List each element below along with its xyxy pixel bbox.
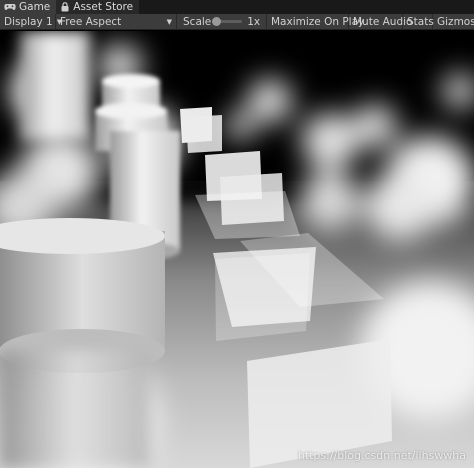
stats-label: Stats: [407, 15, 434, 28]
aspect-dropdown-label: Free Aspect: [60, 15, 122, 28]
tab-game-label: Game: [19, 1, 51, 13]
rendered-scene: [0, 31, 474, 468]
scale-slider[interactable]: [212, 17, 243, 26]
scale-value: 1x: [247, 15, 261, 28]
gizmos-label: Gizmos: [437, 15, 474, 28]
window-tab-bar: Game Asset Store: [0, 0, 474, 14]
display-dropdown-label: Display 1: [4, 15, 53, 28]
foreground-cylinder: [0, 218, 165, 468]
aspect-dropdown[interactable]: Free Aspect ▼: [56, 13, 177, 30]
scale-slider-group: Scale 1x: [177, 13, 267, 30]
gamepad-icon: [4, 3, 16, 11]
game-view-toolbar: Display 1 ▼ Free Aspect ▼ Scale 1x Maxim…: [0, 13, 474, 30]
tab-asset-store[interactable]: Asset Store: [56, 0, 140, 14]
scale-label: Scale: [183, 15, 212, 28]
tab-game[interactable]: Game: [0, 0, 57, 14]
mute-audio-button[interactable]: Mute Audio: [349, 13, 412, 30]
caret-down-icon: ▼: [166, 17, 172, 26]
stats-button[interactable]: Stats: [403, 13, 434, 30]
game-viewport[interactable]: https://blog.csdn.net/llhswwha: [0, 31, 474, 468]
watermark-text: https://blog.csdn.net/llhswwha: [297, 449, 466, 462]
maximize-on-play-button[interactable]: Maximize On Play: [267, 13, 364, 30]
gizmos-button[interactable]: Gizmos: [433, 14, 474, 30]
blurred-cylinder-top: [20, 31, 90, 141]
tab-asset-store-label: Asset Store: [73, 1, 134, 13]
display-dropdown[interactable]: Display 1 ▼: [0, 13, 62, 30]
scale-slider-thumb[interactable]: [212, 17, 222, 26]
lock-bag-icon: [60, 2, 70, 12]
